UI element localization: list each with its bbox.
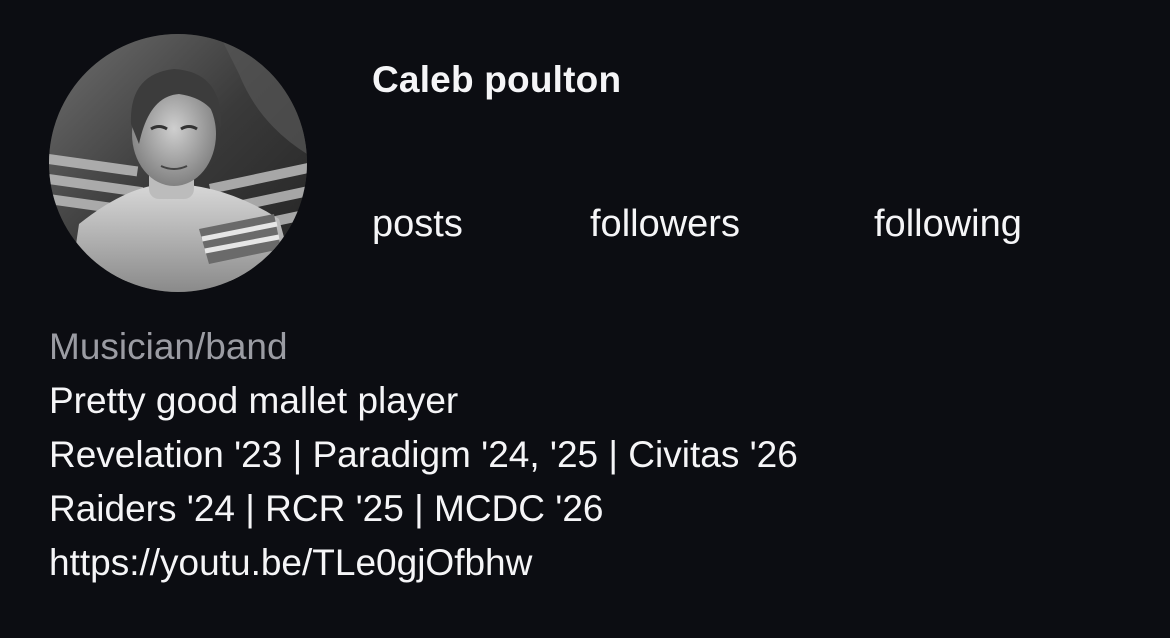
avatar-photo-icon — [49, 34, 307, 292]
profile-name: Caleb poulton — [372, 59, 622, 100]
profile-avatar[interactable] — [49, 34, 307, 292]
followers-stat[interactable]: followers — [590, 201, 740, 247]
profile-category: Musician/band — [49, 326, 288, 367]
bio-line: Raiders '24 | RCR '25 | MCDC '26 — [49, 488, 604, 529]
bio-line: Revelation '23 | Paradigm '24, '25 | Civ… — [49, 434, 798, 475]
profile-bio: Musician/band Pretty good mallet player … — [49, 320, 798, 590]
bio-line: Pretty good mallet player — [49, 380, 459, 421]
posts-stat[interactable]: posts — [372, 201, 463, 247]
following-stat[interactable]: following — [874, 201, 1022, 247]
bio-link[interactable]: https://youtu.be/TLe0gjOfbhw — [49, 536, 798, 590]
